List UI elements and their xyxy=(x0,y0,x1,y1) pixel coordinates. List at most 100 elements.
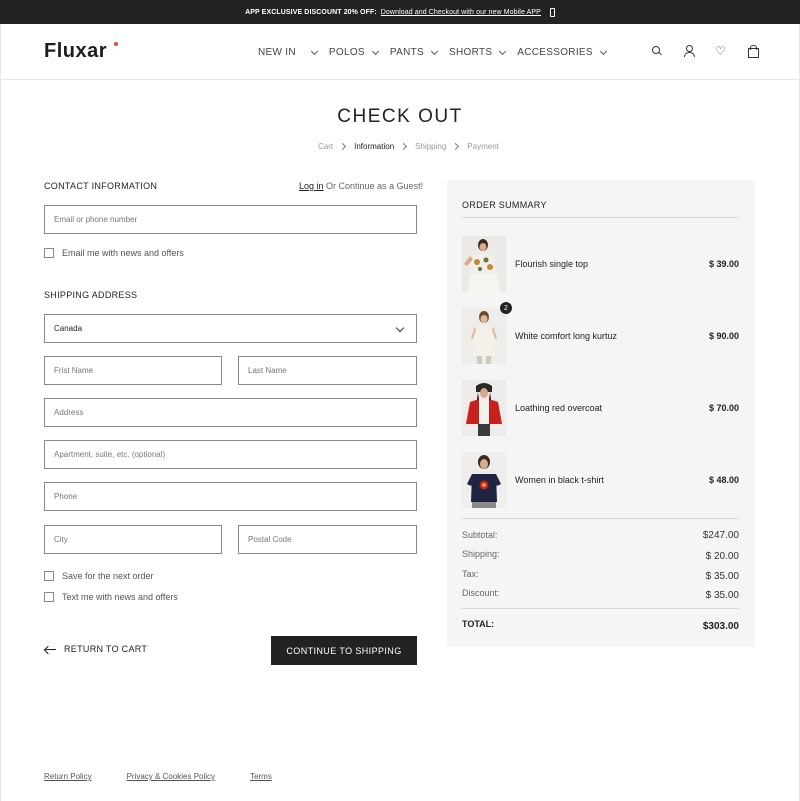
arrow-left-icon xyxy=(44,645,56,653)
item-name[interactable]: Women in black t-shirt xyxy=(515,475,604,485)
save-order-label: Save for the next order xyxy=(62,571,154,581)
logo-dot xyxy=(114,42,118,46)
breadcrumb-information: Information xyxy=(354,142,395,151)
last-name-input[interactable] xyxy=(248,357,416,384)
return-to-cart-link[interactable]: RETURN TO CART xyxy=(44,644,147,654)
nav-label: NEW IN xyxy=(258,47,296,58)
nav-pants[interactable]: PANTS xyxy=(389,47,439,58)
chevron-right-icon xyxy=(339,142,347,151)
chevron-down-icon xyxy=(599,47,607,55)
divider xyxy=(462,217,739,218)
text-news-checkbox[interactable] xyxy=(44,592,54,602)
save-order-checkbox[interactable] xyxy=(44,571,54,581)
login-link[interactable]: Log in xyxy=(299,181,324,191)
text-news-row[interactable]: Text me with news and offers xyxy=(44,592,178,602)
chevron-right-icon xyxy=(452,142,460,151)
total-value: $303.00 xyxy=(702,621,739,632)
item-name[interactable]: Flourish single top xyxy=(515,259,588,269)
divider xyxy=(462,608,739,609)
header-icons: ♡ xyxy=(651,45,759,58)
country-value: Canada xyxy=(54,324,83,333)
shipping-label: Shipping: xyxy=(462,549,500,559)
tax-label: Tax: xyxy=(462,569,479,579)
summary-item: Women in black t-shirt $ 48.00 xyxy=(462,452,739,508)
return-policy-link[interactable]: Return Policy xyxy=(44,772,92,781)
nav-new-in[interactable]: NEW IN xyxy=(258,47,318,58)
tax-value: $ 35.00 xyxy=(705,571,739,582)
postal-code-field[interactable] xyxy=(238,525,417,554)
chevron-down-icon xyxy=(430,47,439,55)
discount-value: $ 35.00 xyxy=(705,590,739,601)
contact-title: CONTACT INFORMATION xyxy=(44,181,158,191)
item-name[interactable]: Loathing red overcoat xyxy=(515,403,602,413)
chevron-down-icon xyxy=(395,323,405,333)
email-input[interactable] xyxy=(54,206,416,233)
product-thumbnail xyxy=(462,308,506,364)
chevron-down-icon xyxy=(310,47,318,55)
address-field[interactable] xyxy=(44,398,417,427)
privacy-policy-link[interactable]: Privacy & Cookies Policy xyxy=(127,772,215,781)
bag-icon[interactable] xyxy=(747,45,759,58)
return-label: RETURN TO CART xyxy=(64,644,148,654)
continue-to-shipping-button[interactable]: CONTINUE TO SHIPPING xyxy=(271,636,417,665)
postal-code-input[interactable] xyxy=(248,526,416,553)
breadcrumb-payment: Payment xyxy=(467,142,499,151)
nav-label: ACCESSORIES xyxy=(517,47,593,58)
first-name-input[interactable] xyxy=(54,357,221,384)
apartment-input[interactable] xyxy=(54,441,416,468)
phone-field[interactable] xyxy=(44,482,417,511)
footer-links: Return Policy Privacy & Cookies Policy T… xyxy=(44,772,272,781)
search-icon[interactable] xyxy=(651,45,663,57)
save-order-row[interactable]: Save for the next order xyxy=(44,571,154,581)
nav-polos[interactable]: POLOS xyxy=(328,47,379,58)
user-icon[interactable] xyxy=(683,45,695,57)
apartment-field[interactable] xyxy=(44,440,417,469)
first-name-field[interactable] xyxy=(44,356,222,385)
nav-label: PANTS xyxy=(389,47,424,58)
chevron-down-icon xyxy=(371,47,379,55)
phone-icon xyxy=(549,7,555,17)
order-summary-title: ORDER SUMMARY xyxy=(462,200,547,210)
nav-label: POLOS xyxy=(328,47,365,58)
email-news-label: Email me with news and offers xyxy=(62,248,184,258)
promo-bar: APP EXCLUSIVE DISCOUNT 20% OFF: Download… xyxy=(0,0,800,24)
product-thumbnail xyxy=(462,452,506,508)
logo[interactable]: Fluxar xyxy=(44,40,107,63)
nav-accessories[interactable]: ACCESSORIES xyxy=(517,47,607,58)
product-thumbnail xyxy=(462,236,506,292)
summary-item: Loathing red overcoat $ 70.00 xyxy=(462,380,739,436)
phone-input[interactable] xyxy=(54,483,416,510)
main-nav: NEW IN POLOS PANTS SHORTS ACCESSORIES xyxy=(258,47,618,58)
heart-icon[interactable]: ♡ xyxy=(715,45,727,57)
city-field[interactable] xyxy=(44,525,222,554)
breadcrumb-cart[interactable]: Cart xyxy=(318,142,333,151)
email-news-checkbox[interactable] xyxy=(44,248,54,258)
item-price: $ 90.00 xyxy=(708,331,739,341)
nav-shorts[interactable]: SHORTS xyxy=(449,47,507,58)
subtotal-value: $247.00 xyxy=(702,530,739,541)
summary-item: 2 White comfort long kurtuz $ 90.00 xyxy=(462,302,739,364)
country-select[interactable]: Canada xyxy=(44,314,417,343)
order-summary: ORDER SUMMARY Flourish single top $ 39.0… xyxy=(447,180,755,647)
breadcrumb-shipping: Shipping xyxy=(415,142,447,151)
page-title: CHECK OUT xyxy=(337,106,463,127)
item-price: $ 70.00 xyxy=(708,403,739,413)
email-field[interactable] xyxy=(44,205,417,234)
total-label: TOTAL: xyxy=(462,619,495,629)
item-price: $ 48.00 xyxy=(708,475,739,485)
guest-text: Or Continue as a Guest! xyxy=(323,181,424,191)
item-price: $ 39.00 xyxy=(708,259,739,269)
nav-label: SHORTS xyxy=(449,47,493,58)
city-input[interactable] xyxy=(54,526,221,553)
product-thumbnail xyxy=(462,380,506,436)
item-name[interactable]: White comfort long kurtuz xyxy=(515,331,617,341)
chevron-right-icon xyxy=(400,142,408,151)
divider xyxy=(462,518,739,519)
promo-text: APP EXCLUSIVE DISCOUNT 20% OFF: xyxy=(245,8,377,16)
promo-app-link[interactable]: Download and Checkout with our new Mobil… xyxy=(381,9,541,16)
terms-link[interactable]: Terms xyxy=(250,772,272,781)
login-prompt: Log in Or Continue as a Guest! xyxy=(299,181,423,191)
address-input[interactable] xyxy=(54,399,416,426)
last-name-field[interactable] xyxy=(238,356,417,385)
email-news-row[interactable]: Email me with news and offers xyxy=(44,248,184,258)
